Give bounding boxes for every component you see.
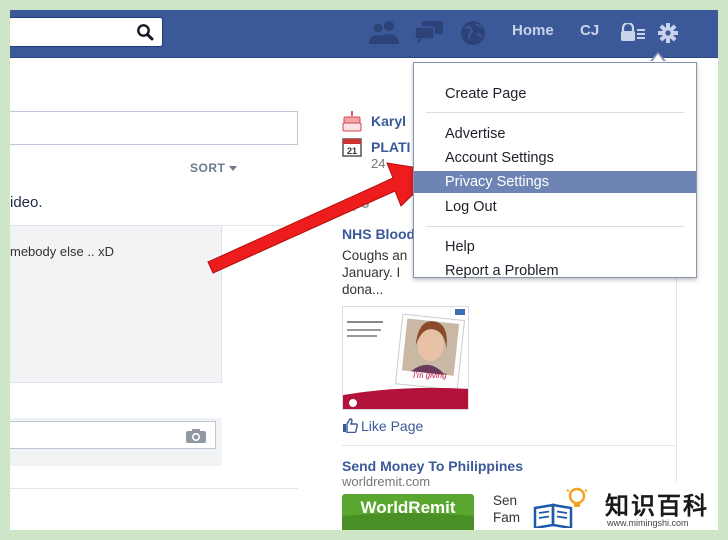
menu-item-account-settings[interactable]: Account Settings	[414, 147, 696, 169]
menu-item-create-page[interactable]: Create Page	[414, 83, 696, 105]
watermark-url: www.mimingshi.com	[607, 518, 689, 528]
watermark: 知识百科 www.mimingshi.com	[521, 482, 718, 530]
browser-screen: Home CJ SORT ideo. mebody else .. xD Kar…	[10, 10, 718, 530]
dropdown-caret-inner	[652, 54, 664, 62]
menu-item-advertise[interactable]: Advertise	[414, 123, 696, 145]
menu-item-log-out[interactable]: Log Out	[414, 196, 696, 218]
settings-dropdown-menu: Create Page Advertise Account Settings P…	[413, 62, 697, 279]
menu-item-privacy-settings[interactable]: Privacy Settings	[414, 171, 696, 193]
menu-separator	[426, 226, 684, 227]
menu-separator	[426, 112, 684, 113]
watermark-text: 知识百科	[605, 493, 709, 520]
book-lightbulb-icon	[533, 487, 588, 528]
menu-item-report-problem[interactable]: Report a Problem	[414, 260, 696, 282]
menu-item-help[interactable]: Help	[414, 236, 696, 258]
